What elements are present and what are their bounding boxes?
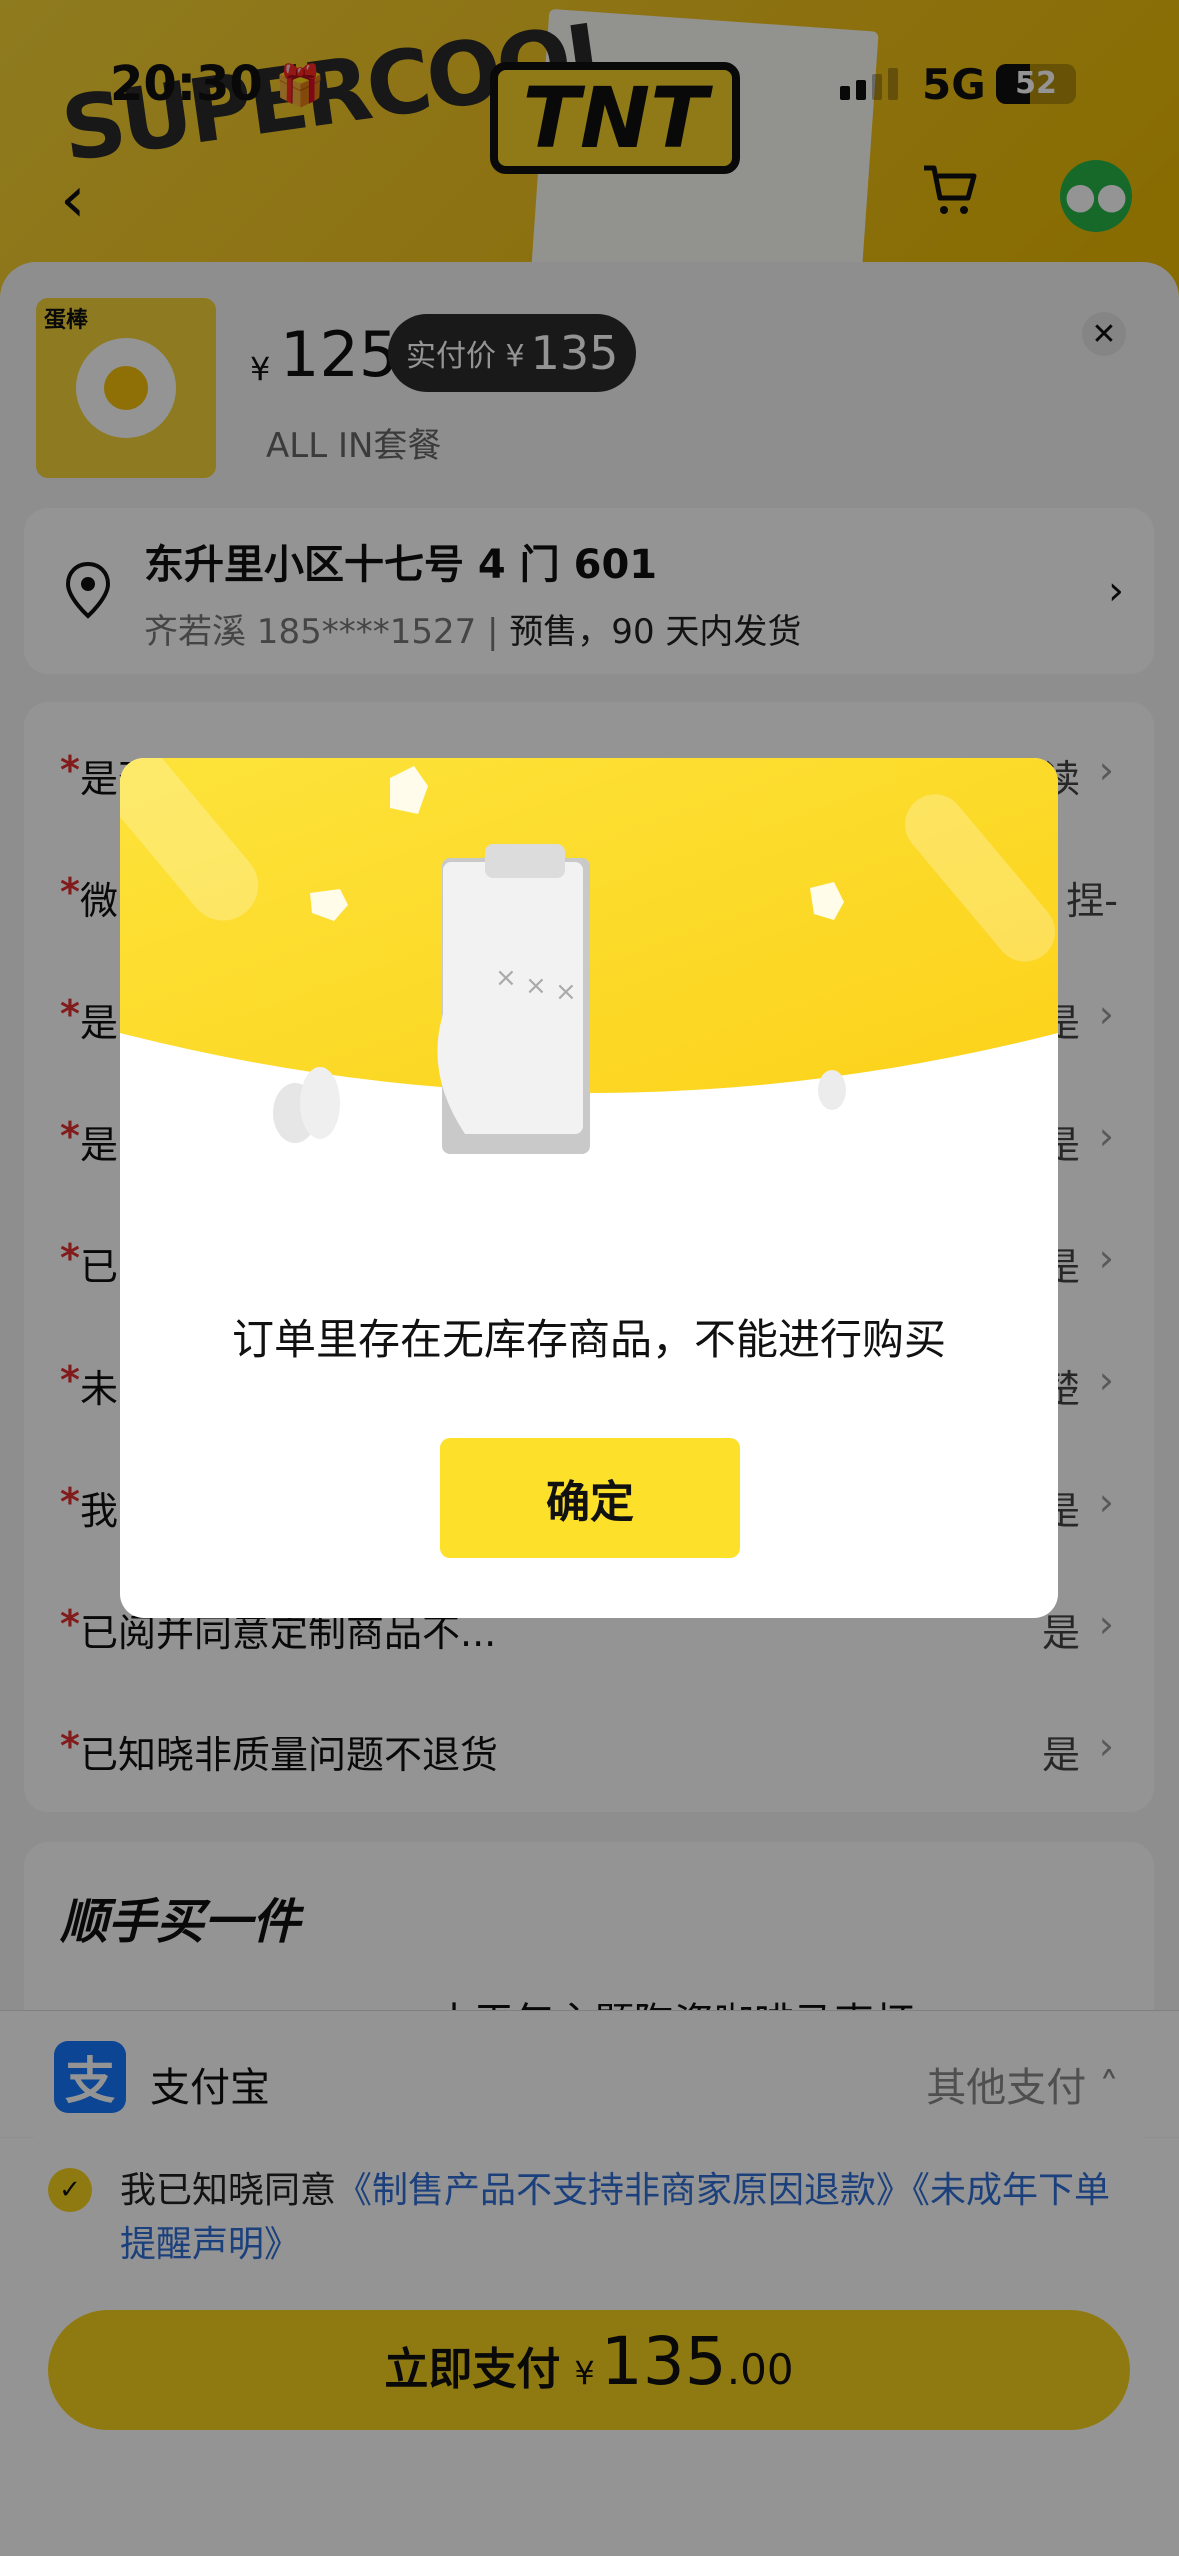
empty-state-illustration: × × ×: [120, 758, 1058, 1154]
svg-text:×: ×: [555, 977, 577, 1007]
dialog-message: 订单里存在无库存商品，不能进行购买: [231, 1315, 946, 1364]
out-of-stock-dialog: × × × 订单里存在无库存商品，不能进行购买 确定: [120, 758, 1058, 1618]
svg-text:×: ×: [495, 963, 517, 993]
svg-text:×: ×: [525, 971, 547, 1001]
confirm-button[interactable]: 确定: [440, 1438, 740, 1558]
